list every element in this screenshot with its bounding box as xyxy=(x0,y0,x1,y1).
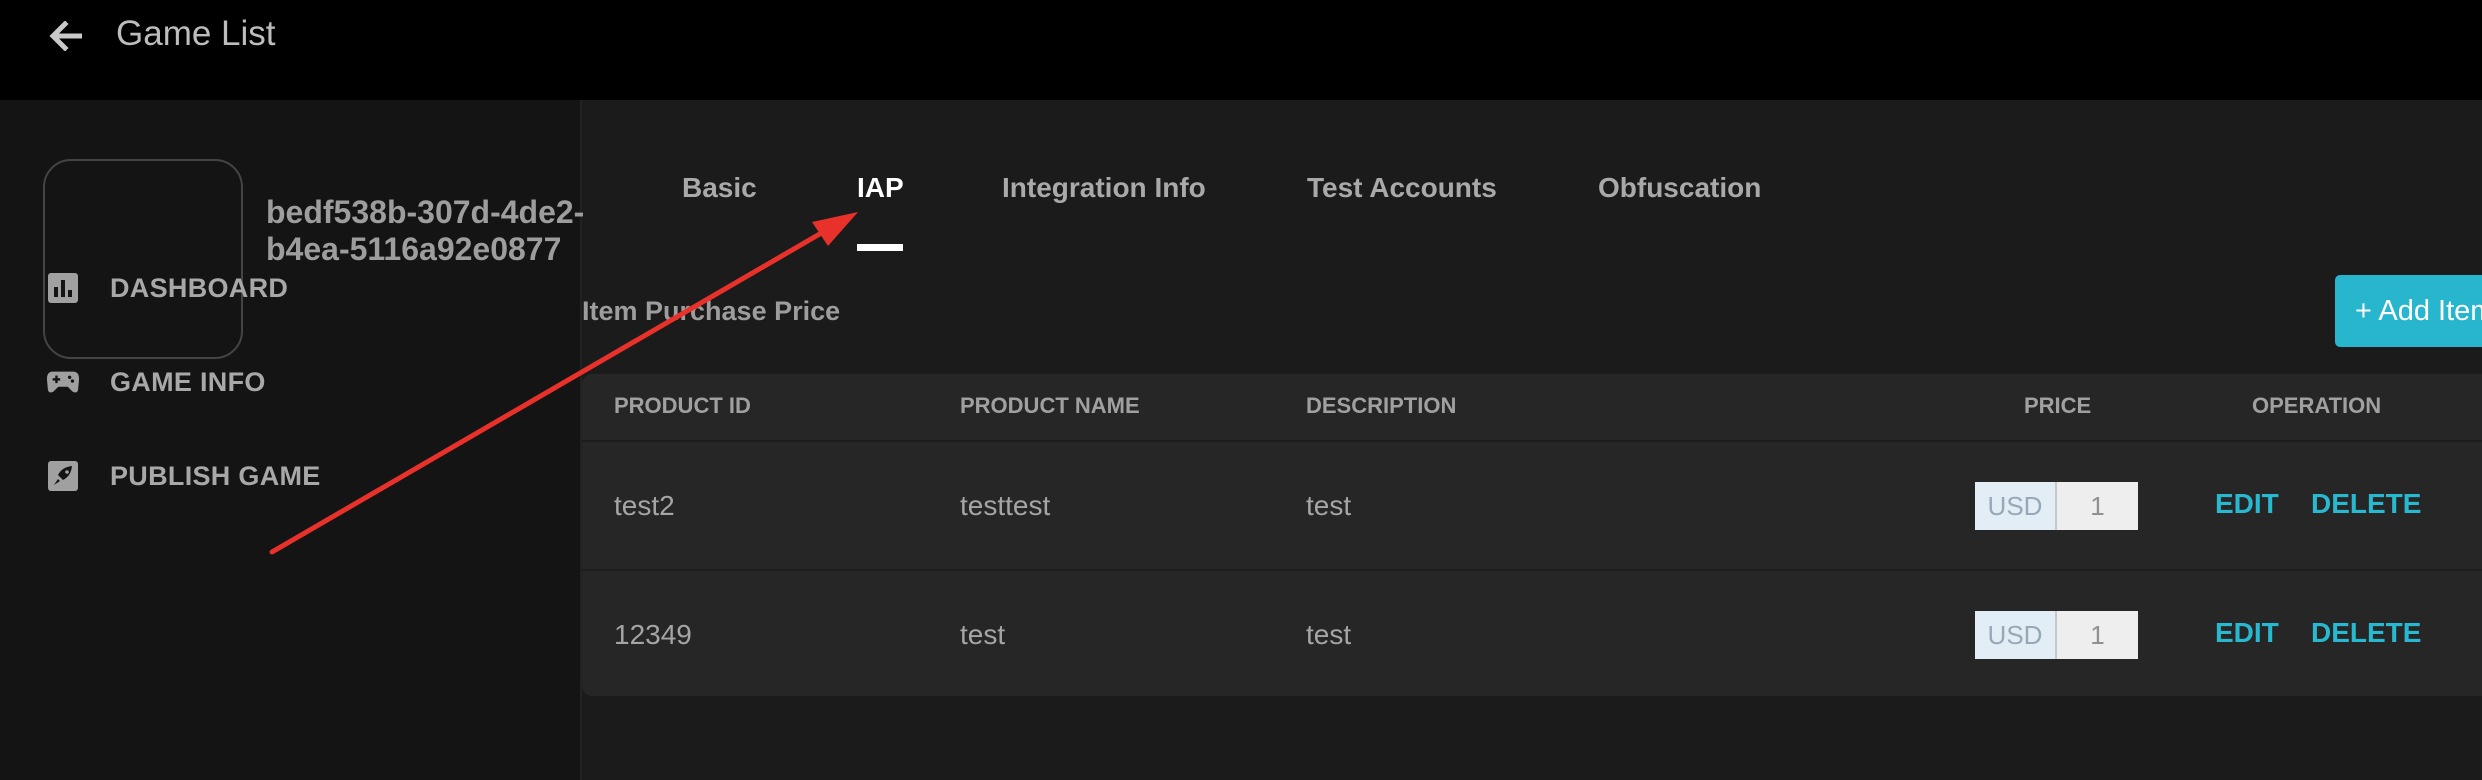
sidebar-item-label: PUBLISH GAME xyxy=(110,460,321,491)
sidebar-item-label: DASHBOARD xyxy=(110,272,289,303)
product-id-cell: 12349 xyxy=(614,619,692,650)
arrow-left-icon xyxy=(49,21,82,51)
iap-table: PRODUCT ID PRODUCT NAME DESCRIPTION PRIC… xyxy=(582,374,2482,696)
tab-integration-info[interactable]: Integration Info xyxy=(1002,172,1206,204)
table-header: PRODUCT ID PRODUCT NAME DESCRIPTION PRIC… xyxy=(582,374,2482,442)
tab-iap[interactable]: IAP xyxy=(857,172,904,204)
product-id-cell: test2 xyxy=(614,490,675,521)
currency-label: USD xyxy=(1975,611,2057,659)
rocket-icon xyxy=(46,459,80,493)
table-row: 12349 test test USD 1 EDIT DELETE xyxy=(582,571,2482,698)
edit-button[interactable]: EDIT xyxy=(2215,488,2279,520)
price-value: 1 xyxy=(2057,482,2138,530)
sidebar-item-label: GAME INFO xyxy=(110,366,266,397)
description-cell: test xyxy=(1306,619,1352,650)
description-cell: test xyxy=(1306,490,1352,521)
product-name-cell: testtest xyxy=(960,490,1051,521)
column-header-product-name: PRODUCT NAME xyxy=(960,393,1140,418)
column-header-price: PRICE xyxy=(2024,393,2092,418)
price-cell: USD 1 xyxy=(1975,611,2138,659)
bar-chart-icon xyxy=(46,271,80,305)
edit-button[interactable]: EDIT xyxy=(2215,617,2279,649)
sidebar-item-publish-game[interactable]: PUBLISH GAME xyxy=(46,454,321,498)
top-bar: Game List xyxy=(0,0,2482,100)
sidebar: bedf538b-307d-4de2-b4ea-5116a92e0877 DAS… xyxy=(0,100,584,780)
page-title: Game List xyxy=(116,14,276,53)
add-item-button[interactable]: + Add Item xyxy=(2335,275,2482,347)
gamepad-icon xyxy=(46,365,80,399)
product-name-cell: test xyxy=(960,619,1006,650)
section-title: Item Purchase Price xyxy=(582,296,841,326)
back-button[interactable] xyxy=(46,16,86,56)
active-tab-indicator xyxy=(857,244,903,251)
price-value: 1 xyxy=(2057,611,2138,659)
delete-button[interactable]: DELETE xyxy=(2311,617,2421,649)
game-logo-placeholder xyxy=(43,159,243,359)
sidebar-item-game-info[interactable]: GAME INFO xyxy=(46,360,266,404)
sidebar-item-dashboard[interactable]: DASHBOARD xyxy=(46,266,288,310)
tab-obfuscation[interactable]: Obfuscation xyxy=(1598,172,1761,204)
table-row: test2 testtest test USD 1 EDIT DELETE xyxy=(582,442,2482,571)
column-header-operation: OPERATION xyxy=(2252,393,2382,418)
column-header-product-id: PRODUCT ID xyxy=(614,393,751,418)
game-id: bedf538b-307d-4de2-b4ea-5116a92e0877 xyxy=(266,194,585,267)
tab-basic[interactable]: Basic xyxy=(682,172,757,204)
tab-test-accounts[interactable]: Test Accounts xyxy=(1307,172,1497,204)
delete-button[interactable]: DELETE xyxy=(2311,488,2421,520)
currency-label: USD xyxy=(1975,482,2057,530)
price-cell: USD 1 xyxy=(1975,482,2138,530)
main-content: Basic IAP Integration Info Test Accounts… xyxy=(582,100,2482,780)
column-header-description: DESCRIPTION xyxy=(1306,393,1457,418)
